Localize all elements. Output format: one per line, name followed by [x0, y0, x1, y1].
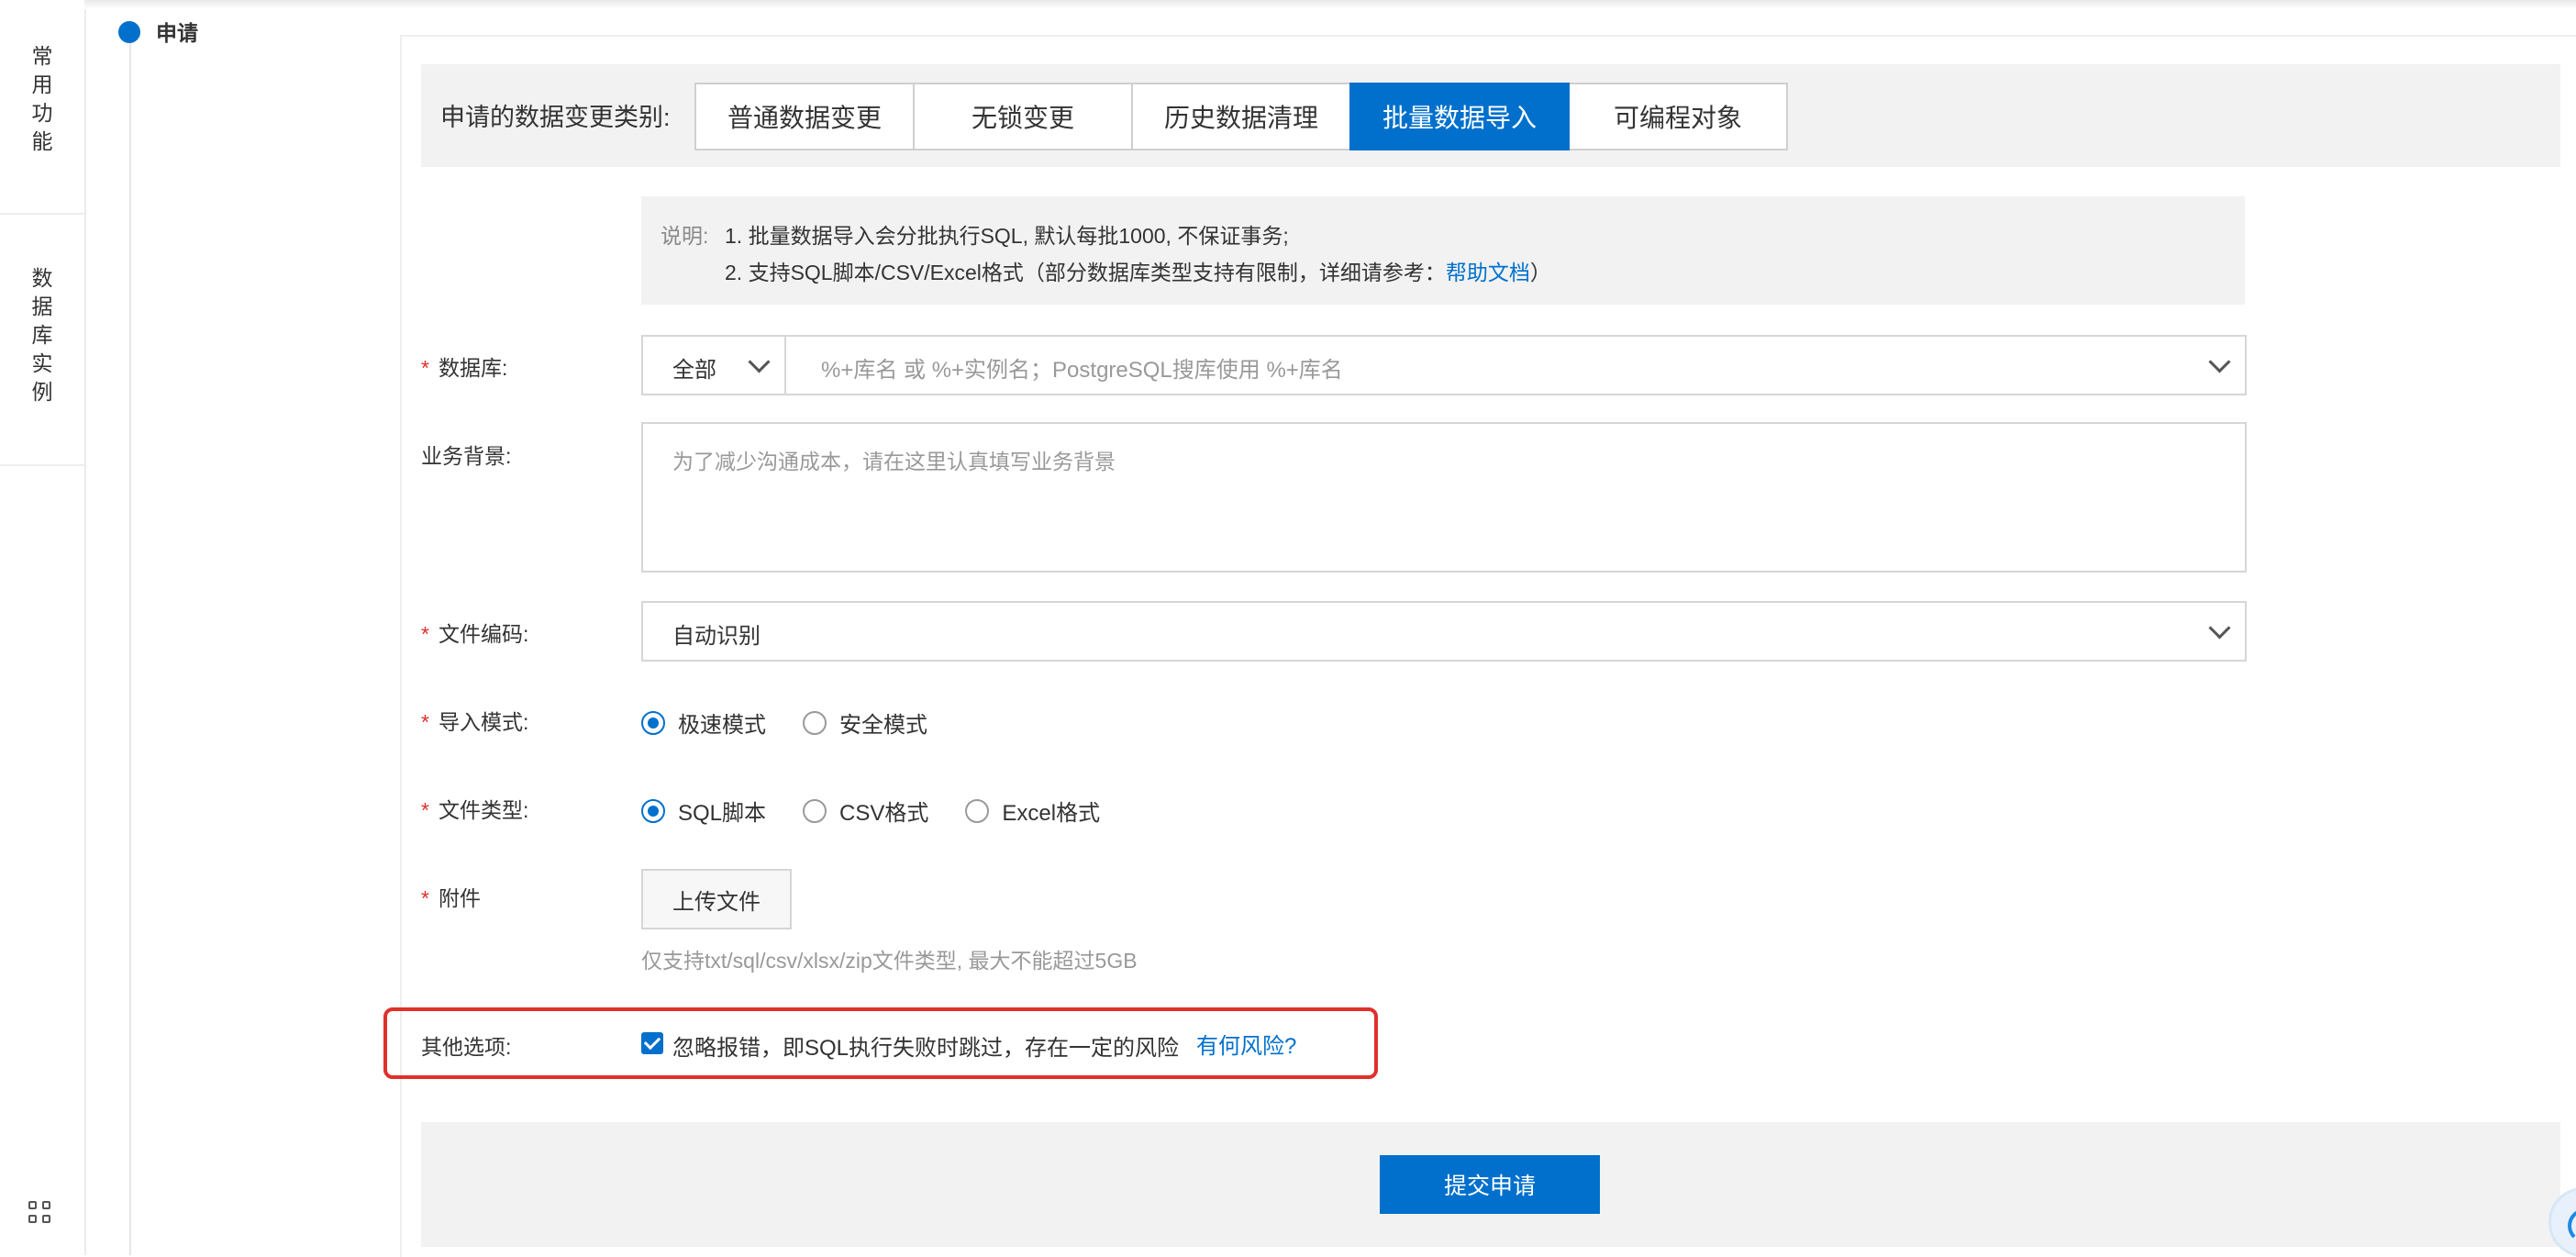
radio-unchecked[interactable] — [965, 798, 990, 823]
background-textarea[interactable]: 为了减少沟通成本，请在这里认真填写业务背景 — [641, 422, 2247, 573]
radio-checked[interactable] — [641, 710, 665, 735]
rail-char: 据 — [31, 295, 53, 318]
import-mode-safe[interactable]: 安全模式 — [803, 706, 927, 739]
encoding-label-text: 文件编码: — [438, 622, 529, 646]
file-type-label: * 文件类型: — [421, 793, 528, 824]
note-line-1: 1. 批量数据导入会分批执行SQL, 默认每批1000, 不保证事务; — [725, 224, 1289, 248]
chevron-down-icon — [748, 350, 771, 373]
rail-char: 实 — [31, 351, 53, 375]
info-note — [641, 196, 2245, 305]
radio-unchecked[interactable] — [803, 710, 827, 735]
rail-divider — [0, 464, 84, 466]
rail-divider — [0, 213, 84, 215]
note-line-2: 2. 支持SQL脚本/CSV/Excel格式（部分数据库类型支持有限制，详细请参… — [725, 255, 1551, 286]
attachment-label: * 附件 — [421, 881, 481, 912]
tab-history-cleanup[interactable]: 历史数据清理 — [1131, 83, 1351, 150]
required-mark: * — [421, 622, 429, 646]
file-type-sql[interactable]: SQL脚本 — [641, 795, 766, 827]
note-line-2-end: ） — [1529, 261, 1551, 284]
rail-db-instances[interactable]: 数 据 库 实 例 — [0, 264, 84, 406]
submit-button[interactable]: 提交申请 — [1380, 1155, 1600, 1214]
database-scope-value: 全部 — [672, 358, 716, 383]
background-label: 业务背景: — [421, 444, 512, 468]
database-label: * 数据库: — [421, 350, 507, 382]
note-prefix: 说明: — [661, 224, 709, 248]
ignore-errors-checkbox[interactable] — [641, 1032, 663, 1054]
rail-char: 常 — [31, 44, 53, 68]
top-shadow — [84, 0, 2576, 9]
category-label: 申请的数据变更类别: — [440, 104, 671, 131]
upload-hint: 仅支持txt/sql/csv/xlsx/zip文件类型, 最大不能超过5GB — [641, 949, 1138, 973]
required-mark: * — [421, 710, 429, 734]
file-type-csv[interactable]: CSV格式 — [803, 795, 928, 827]
timeline-line — [129, 40, 131, 1255]
file-type-label-text: 文件类型: — [438, 798, 529, 822]
rail-char: 功 — [31, 101, 53, 125]
encoding-select[interactable]: 自动识别 — [641, 601, 2247, 662]
upload-file-button[interactable]: 上传文件 — [641, 869, 792, 929]
file-type-excel[interactable]: Excel格式 — [965, 795, 1100, 827]
rail-char: 用 — [31, 72, 53, 96]
import-mode-radios: 极速模式 安全模式 — [641, 706, 964, 739]
option-label: SQL脚本 — [678, 801, 767, 826]
chevron-down-icon — [2208, 617, 2231, 640]
chevron-down-icon — [2208, 350, 2231, 373]
option-label: CSV格式 — [839, 801, 929, 826]
option-label: 安全模式 — [839, 713, 927, 738]
attachment-label-text: 附件 — [438, 886, 481, 910]
database-scope-select[interactable]: 全部 — [643, 337, 786, 394]
encoding-label: * 文件编码: — [421, 617, 528, 648]
rail-char: 能 — [31, 129, 53, 153]
timeline-title: 申请 — [156, 21, 198, 45]
import-mode-label-text: 导入模式: — [438, 710, 529, 734]
rail-char: 例 — [31, 380, 53, 404]
tab-lockless-change[interactable]: 无锁变更 — [913, 83, 1133, 150]
help-doc-link[interactable]: 帮助文档 — [1446, 261, 1530, 284]
import-mode-label: * 导入模式: — [421, 705, 528, 736]
rail-common-functions[interactable]: 常 用 功 能 — [0, 42, 84, 156]
required-mark: * — [421, 886, 429, 910]
database-label-text: 数据库: — [438, 356, 508, 380]
rail-char: 数 — [31, 266, 53, 290]
database-search-input[interactable]: %+库名 或 %+实例名；PostgreSQL搜库使用 %+库名 — [821, 351, 1343, 384]
required-mark: * — [421, 356, 429, 380]
timeline-dot — [118, 21, 140, 43]
app-grid-icon[interactable] — [28, 1201, 52, 1225]
risk-info-link[interactable]: 有何风险? — [1196, 1028, 1296, 1060]
database-select[interactable]: 全部 %+库名 或 %+实例名；PostgreSQL搜库使用 %+库名 — [641, 335, 2247, 395]
ignore-errors-text[interactable]: 忽略报错，即SQL执行失败时跳过，存在一定的风险 — [672, 1029, 1179, 1062]
file-type-radios: SQL脚本 CSV格式 Excel格式 — [641, 795, 1137, 827]
option-label: Excel格式 — [1002, 801, 1101, 826]
tab-programmable-objects[interactable]: 可编程对象 — [1568, 83, 1788, 150]
background-placeholder: 为了减少沟通成本，请在这里认真填写业务背景 — [672, 450, 1116, 473]
rail-char: 库 — [31, 323, 53, 347]
encoding-value: 自动识别 — [672, 624, 761, 649]
category-tabs: 普通数据变更 无锁变更 历史数据清理 批量数据导入 可编程对象 — [694, 83, 1788, 150]
radio-unchecked[interactable] — [803, 798, 827, 823]
required-mark: * — [421, 798, 429, 822]
other-options-label: 其他选项: — [421, 1035, 512, 1059]
tab-bulk-import[interactable]: 批量数据导入 — [1349, 83, 1570, 150]
left-rail: 常 用 功 能 数 据 库 实 例 — [0, 0, 86, 1255]
option-label: 极速模式 — [678, 713, 766, 738]
radio-checked[interactable] — [641, 798, 665, 823]
tab-normal-data-change[interactable]: 普通数据变更 — [694, 83, 915, 150]
note-line-2-text: 2. 支持SQL脚本/CSV/Excel格式（部分数据库类型支持有限制，详细请参… — [725, 261, 1446, 284]
import-mode-fast[interactable]: 极速模式 — [641, 706, 766, 739]
